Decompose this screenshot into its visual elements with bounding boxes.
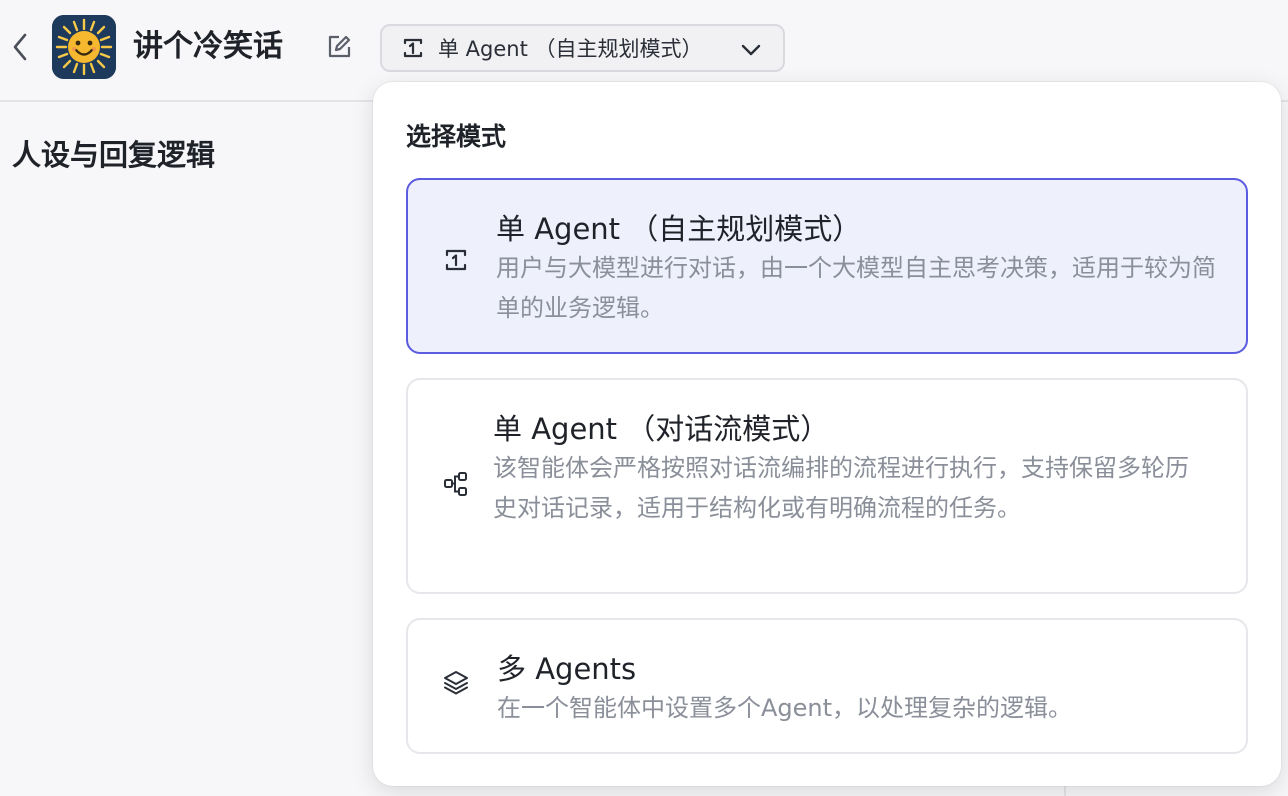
option-title: 多 Agents xyxy=(497,652,637,686)
chevron-left-icon xyxy=(13,33,27,61)
back-button[interactable] xyxy=(8,30,32,64)
option-description: 该智能体会严格按照对话流编排的流程进行执行，支持保留多轮历史对话记录，适用于结构… xyxy=(493,454,1189,522)
sun-emoji-icon xyxy=(52,15,116,79)
mode-dropdown-panel: 选择模式 单 Agent （自主规划模式） 用户与大模型进行对话，由一个大模型自… xyxy=(373,82,1281,786)
edit-icon xyxy=(328,35,351,58)
mode-option-multi-agents[interactable]: 多 Agents 在一个智能体中设置多个Agent，以处理复杂的逻辑。 xyxy=(406,618,1248,754)
workflow-icon xyxy=(444,472,467,496)
option-title: 单 Agent （自主规划模式） xyxy=(496,212,862,246)
bot-name: 讲个冷笑话 xyxy=(133,29,283,64)
chevron-down-icon xyxy=(741,44,761,56)
option-title: 单 Agent （对话流模式） xyxy=(493,412,830,446)
option-description: 在一个智能体中设置多个Agent，以处理复杂的逻辑。 xyxy=(497,694,1073,722)
layers-icon xyxy=(444,671,468,695)
mode-selector-label: 单 Agent （自主规划模式） xyxy=(438,37,703,61)
single-agent-icon xyxy=(403,38,423,58)
bot-avatar[interactable] xyxy=(52,15,116,79)
panel-title: 选择模式 xyxy=(406,122,507,151)
mode-selector[interactable]: 单 Agent （自主规划模式） xyxy=(380,24,785,72)
app-page: 讲个冷笑话 单 Agent （自主规划模式） 人设与回复逻辑 选择模式 单 Ag… xyxy=(0,0,1288,796)
mode-option-single-agent-workflow[interactable]: 单 Agent （对话流模式） 该智能体会严格按照对话流编排的流程进行执行，支持… xyxy=(406,378,1248,594)
option-description: 用户与大模型进行对话，由一个大模型自主思考决策，适用于较为简单的业务逻辑。 xyxy=(496,254,1216,322)
mode-option-single-agent-autonomous[interactable]: 单 Agent （自主规划模式） 用户与大模型进行对话，由一个大模型自主思考决策… xyxy=(406,178,1248,354)
edit-name-button[interactable] xyxy=(324,32,354,62)
section-title: 人设与回复逻辑 xyxy=(12,138,216,172)
single-agent-icon xyxy=(445,249,467,271)
